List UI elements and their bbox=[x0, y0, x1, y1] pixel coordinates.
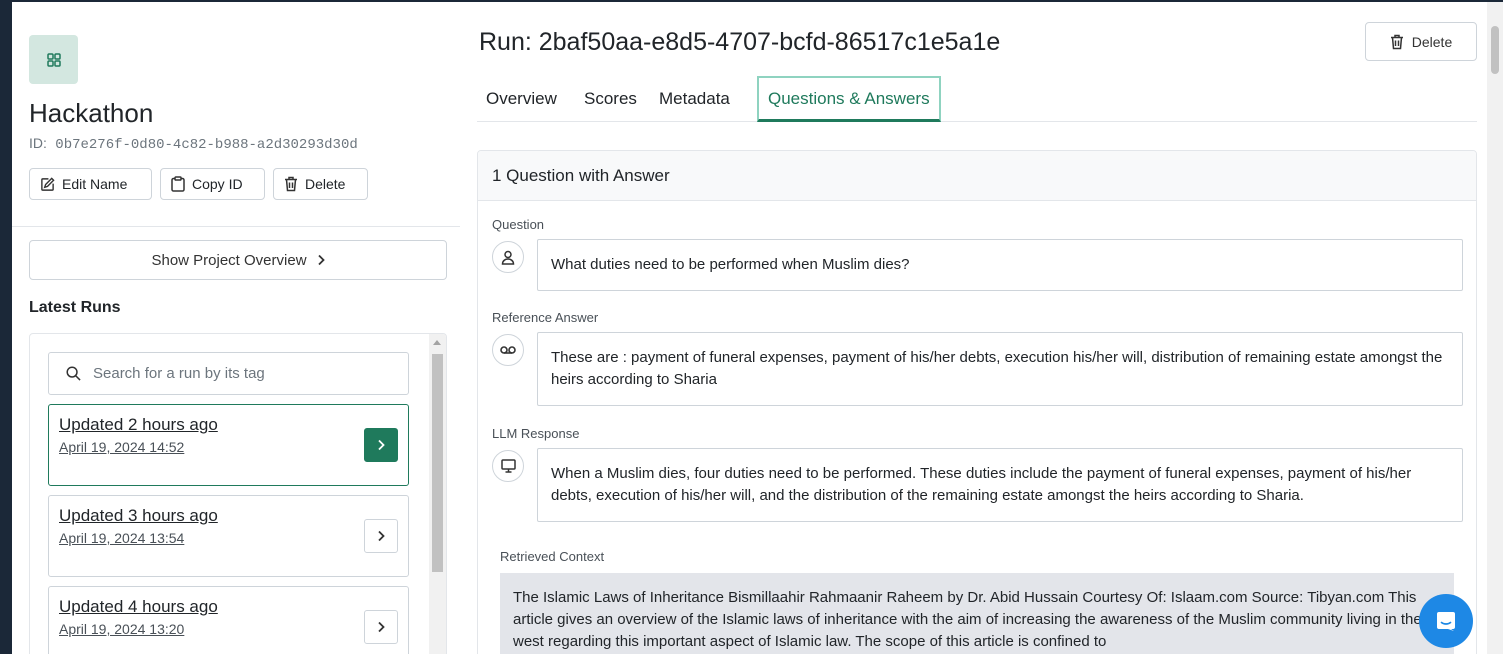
reference-answer-label: Reference Answer bbox=[492, 310, 599, 325]
run-card-2[interactable]: Updated 3 hours ago April 19, 2024 13:54 bbox=[48, 495, 409, 577]
scroll-up-arrow[interactable] bbox=[433, 340, 441, 345]
chat-icon bbox=[1437, 612, 1455, 631]
run-date[interactable]: April 19, 2024 14:52 bbox=[59, 439, 184, 455]
qa-panel: 1 Question with Answer Question What dut… bbox=[477, 150, 1477, 654]
edit-icon bbox=[41, 176, 55, 191]
project-title: Hackathon bbox=[29, 98, 154, 128]
delete-run-label: Delete bbox=[1411, 33, 1453, 50]
delete-run-button[interactable]: Delete bbox=[1365, 22, 1477, 61]
app-frame: Hackathon ID: 0b7e276f-0d80-4c82-b988-a2… bbox=[12, 2, 1503, 654]
question-label: Question bbox=[492, 217, 545, 232]
llm-avatar bbox=[492, 450, 524, 482]
user-icon bbox=[501, 250, 515, 265]
open-run-button[interactable] bbox=[364, 519, 398, 553]
edit-name-button[interactable]: Edit Name bbox=[29, 168, 152, 200]
delete-project-label: Delete bbox=[305, 176, 346, 192]
user-avatar bbox=[492, 241, 524, 273]
run-search-placeholder: Search for a run by its tag bbox=[93, 365, 265, 382]
tab-metadata[interactable]: Metadata bbox=[650, 76, 739, 122]
run-updated[interactable]: Updated 2 hours ago bbox=[59, 415, 218, 435]
latest-runs-title: Latest Runs bbox=[29, 299, 121, 316]
search-icon bbox=[66, 366, 81, 381]
chevron-right-icon bbox=[378, 530, 385, 542]
sidebar-divider bbox=[12, 226, 460, 227]
trash-icon bbox=[1390, 34, 1403, 49]
run-updated[interactable]: Updated 3 hours ago bbox=[59, 506, 218, 526]
reference-answer-text: These are : payment of funeral expenses,… bbox=[537, 332, 1463, 406]
show-project-overview-button[interactable]: Show Project Overview bbox=[29, 240, 447, 280]
monitor-icon bbox=[500, 459, 516, 473]
qa-count-header: 1 Question with Answer bbox=[478, 151, 1476, 201]
run-date[interactable]: April 19, 2024 13:54 bbox=[59, 530, 184, 546]
open-run-button[interactable] bbox=[364, 428, 398, 462]
sidebar: Hackathon ID: 0b7e276f-0d80-4c82-b988-a2… bbox=[12, 20, 460, 654]
run-search-input[interactable]: Search for a run by its tag bbox=[48, 352, 409, 395]
run-title: Run: 2baf50aa-e8d5-4707-bcfd-86517c1e5a1… bbox=[479, 28, 1001, 56]
delete-project-button[interactable]: Delete bbox=[273, 168, 368, 200]
retrieved-context-label: Retrieved Context bbox=[500, 549, 605, 564]
run-card-3[interactable]: Updated 4 hours ago April 19, 2024 13:20 bbox=[48, 586, 409, 654]
runs-scrollbar[interactable] bbox=[429, 334, 446, 654]
copy-id-button[interactable]: Copy ID bbox=[160, 168, 265, 200]
main-content: Run: 2baf50aa-e8d5-4707-bcfd-86517c1e5a1… bbox=[477, 2, 1487, 654]
grid-icon bbox=[46, 52, 61, 67]
tab-overview[interactable]: Overview bbox=[477, 76, 566, 122]
run-updated[interactable]: Updated 4 hours ago bbox=[59, 597, 218, 617]
chevron-right-icon bbox=[378, 621, 385, 633]
tab-scores[interactable]: Scores bbox=[575, 76, 646, 122]
run-date[interactable]: April 19, 2024 13:20 bbox=[59, 621, 184, 637]
show-project-overview-label: Show Project Overview bbox=[151, 251, 307, 269]
page-scrollbar[interactable] bbox=[1487, 2, 1503, 654]
llm-response-text: When a Muslim dies, four duties need to … bbox=[537, 448, 1463, 522]
copy-id-label: Copy ID bbox=[192, 176, 243, 192]
chevron-right-icon bbox=[317, 254, 325, 266]
runs-list: Search for a run by its tag Updated 2 ho… bbox=[29, 333, 447, 654]
voicemail-icon bbox=[500, 346, 516, 354]
clipboard-icon bbox=[171, 176, 185, 192]
llm-response-label: LLM Response bbox=[492, 426, 580, 441]
run-card-1[interactable]: Updated 2 hours ago April 19, 2024 14:52 bbox=[48, 404, 409, 486]
retrieved-context-text: The Islamic Laws of Inheritance Bismilla… bbox=[500, 573, 1454, 654]
tab-questions-answers[interactable]: Questions & Answers bbox=[757, 76, 941, 122]
run-tabs: Overview Scores Metadata Questions & Ans… bbox=[477, 76, 1477, 122]
project-id: ID: 0b7e276f-0d80-4c82-b988-a2d30293d30d bbox=[29, 135, 358, 153]
edit-name-label: Edit Name bbox=[62, 176, 128, 192]
project-id-label: ID: bbox=[29, 135, 47, 151]
open-run-button[interactable] bbox=[364, 610, 398, 644]
question-text: What duties need to be performed when Mu… bbox=[537, 239, 1463, 291]
chevron-right-icon bbox=[378, 439, 385, 451]
project-icon bbox=[29, 35, 78, 84]
trash-icon bbox=[285, 176, 297, 192]
reference-avatar bbox=[492, 334, 524, 366]
page-scrollbar-thumb[interactable] bbox=[1491, 26, 1499, 74]
chat-launcher-button[interactable] bbox=[1419, 594, 1473, 648]
project-id-value: 0b7e276f-0d80-4c82-b988-a2d30293d30d bbox=[55, 137, 358, 153]
runs-scrollbar-thumb[interactable] bbox=[432, 354, 443, 572]
